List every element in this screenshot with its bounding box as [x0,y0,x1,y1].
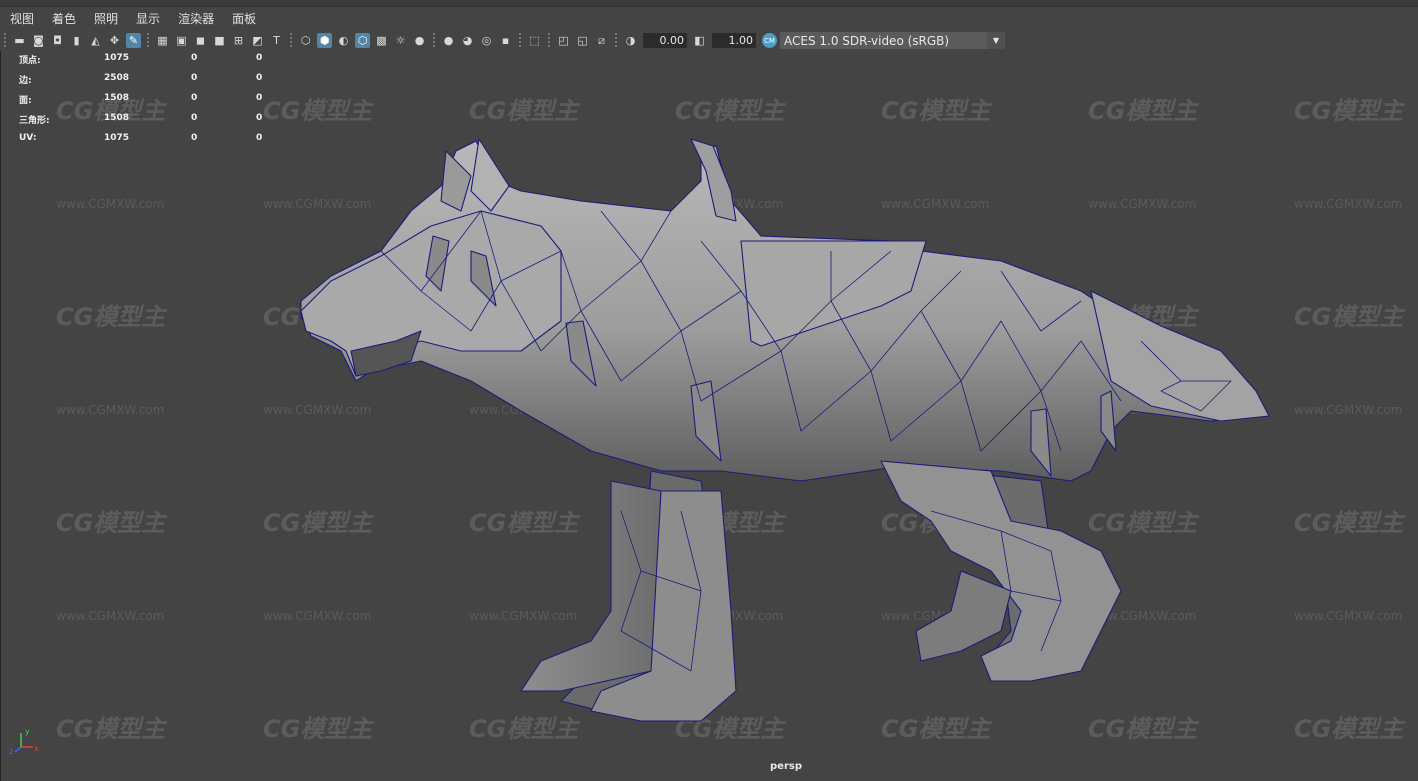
toolbar-separator [290,32,292,49]
window-top-strip [0,0,1418,7]
hud-label: UV: [19,133,37,143]
hud-value: 0 [256,133,263,143]
field-chart-icon[interactable]: ⊞ [231,33,246,48]
menu-shading[interactable]: 着色 [42,10,84,27]
camera-attr-icon[interactable]: ◘ [50,33,65,48]
bookmark-icon[interactable]: ▮ [69,33,84,48]
gate-mask-icon[interactable]: ■ [212,33,227,48]
axis-z-label: z [9,747,13,755]
film-gate-icon[interactable]: ▣ [174,33,189,48]
toolbar-separator [615,32,617,49]
toolbar-separator [519,32,521,49]
screen-space-ao-icon[interactable]: ● [441,33,456,48]
toolbar-separator [4,32,6,49]
perspective-viewport[interactable]: CG模型主 www.CGMXW.com CG模型主 www.CGMXW.com CG模型… [0,51,1418,781]
color-mgmt-icon[interactable]: CM [762,33,777,48]
menu-lighting[interactable]: 照明 [84,10,126,27]
panel-menu-bar: 视图 着色 照明 显示 渲染器 面板 [0,7,1418,30]
hud-value: 2508 [104,73,130,83]
hud-value: 0 [256,73,263,83]
color-space-value: ACES 1.0 SDR-video (sRGB) [784,33,950,48]
xray-joints-icon[interactable]: ⧄ [594,33,609,48]
anti-aliasing-icon[interactable]: ◎ [479,33,494,48]
hud-value: 1508 [104,93,130,103]
toolbar-separator [147,32,149,49]
toolbar-separator [548,32,550,49]
hud-label: 边: [19,76,32,86]
wolf-model[interactable] [1,51,1418,781]
poly-count-hud: 顶点: 1075 0 0 边: 2508 0 0 面: 1508 0 0 三角形… [19,53,319,153]
color-space-dropdown[interactable]: ACES 1.0 SDR-video (sRGB) ▼ [780,32,1005,49]
menu-renderer[interactable]: 渲染器 [168,10,222,27]
motion-blur-icon[interactable]: ◕ [460,33,475,48]
hud-row-uvs: UV: 1075 0 0 [19,133,319,153]
isolate-select-icon[interactable]: ⬚ [527,33,542,48]
gamma-icon[interactable]: ◧ [692,33,707,48]
camera-name-label: persp [770,761,802,772]
hud-value: 0 [191,53,198,63]
2d-pan-icon[interactable]: ✥ [107,33,122,48]
chevron-down-icon: ▼ [987,32,1005,49]
hud-row-faces: 面: 1508 0 0 [19,93,319,113]
grease-pencil-icon[interactable]: ✎ [126,33,141,48]
wolf-leg-front-near [520,480,662,692]
hud-value: 0 [191,73,198,83]
shadows-icon[interactable]: ● [412,33,427,48]
textured-icon[interactable]: ▩ [374,33,389,48]
panel-toolbar: ▬ ◙ ◘ ▮ ◭ ✥ ✎ ▦ ▣ ◼ ■ ⊞ ◩ T ⬡ ⬢ ◐ ⬡ ▩ ☼ … [0,30,1418,51]
xray-active-icon[interactable]: ◱ [575,33,590,48]
xray-icon[interactable]: ◰ [556,33,571,48]
smooth-shade-icon[interactable]: ⬢ [317,33,332,48]
camera-icon[interactable]: ▬ [12,33,27,48]
exposure-icon[interactable]: ◑ [623,33,638,48]
resolution-gate-icon[interactable]: ◼ [193,33,208,48]
hud-value: 1075 [104,133,130,143]
hud-row-edges: 边: 2508 0 0 [19,73,319,93]
hud-value: 0 [191,133,198,143]
menu-view[interactable]: 视图 [0,10,42,27]
hud-value: 1075 [104,53,130,63]
hud-value: 0 [191,113,198,123]
menu-panels[interactable]: 面板 [222,10,264,27]
axis-x-label: x [34,744,39,753]
view-axis-gizmo: x y z [9,727,39,755]
hud-value: 0 [256,93,263,103]
select-camera-icon[interactable]: ◙ [31,33,46,48]
safe-action-icon[interactable]: ◩ [250,33,265,48]
axis-y-label: y [25,727,30,736]
default-material-icon[interactable]: ◐ [336,33,351,48]
exposure-field[interactable] [643,33,687,48]
depth-of-field-icon[interactable]: ▪ [498,33,513,48]
lights-icon[interactable]: ☼ [393,33,408,48]
gamma-field[interactable] [712,33,756,48]
wireframe-on-shaded-icon[interactable]: ⬡ [355,33,370,48]
safe-title-icon[interactable]: T [269,33,284,48]
hud-label: 面: [19,96,32,106]
hud-value: 0 [256,53,263,63]
grid-icon[interactable]: ▦ [155,33,170,48]
hud-label: 三角形: [19,116,50,126]
hud-value: 0 [191,93,198,103]
image-plane-icon[interactable]: ◭ [88,33,103,48]
hud-value: 0 [256,113,263,123]
hud-value: 1508 [104,113,130,123]
wireframe-icon[interactable]: ⬡ [298,33,313,48]
hud-label: 顶点: [19,56,41,66]
menu-show[interactable]: 显示 [126,10,168,27]
hud-row-vertices: 顶点: 1075 0 0 [19,53,319,73]
toolbar-separator [433,32,435,49]
hud-row-triangles: 三角形: 1508 0 0 [19,113,319,133]
